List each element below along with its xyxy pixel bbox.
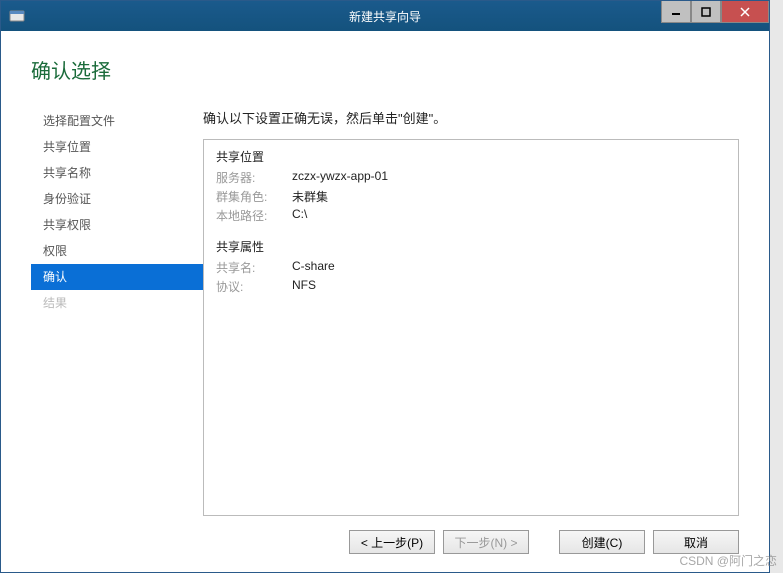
section-title-properties: 共享属性 (216, 238, 726, 255)
sidebar-item-select-profile[interactable]: 选择配置文件 (31, 108, 203, 134)
next-button: 下一步(N) > (443, 530, 529, 554)
create-button[interactable]: 创建(C) (559, 530, 645, 554)
content-area: 确认选择 选择配置文件 共享位置 共享名称 身份验证 共享权限 权限 确认 结果… (1, 31, 769, 572)
value-share-name: C-share (292, 259, 335, 276)
cancel-button[interactable]: 取消 (653, 530, 739, 554)
row-local-path: 本地路径: C:\ (216, 207, 726, 224)
button-row: < 上一步(P) 下一步(N) > 创建(C) 取消 (31, 516, 739, 560)
value-protocol: NFS (292, 278, 316, 295)
sidebar-item-share-location[interactable]: 共享位置 (31, 134, 203, 160)
right-pane: 确认以下设置正确无误，然后单击"创建"。 共享位置 服务器: zczx-ywzx… (203, 108, 739, 516)
main-area: 选择配置文件 共享位置 共享名称 身份验证 共享权限 权限 确认 结果 确认以下… (31, 108, 739, 516)
row-server: 服务器: zczx-ywzx-app-01 (216, 169, 726, 186)
close-button[interactable] (721, 1, 769, 23)
app-icon (9, 8, 25, 24)
window-controls (661, 1, 769, 23)
background-edge (770, 0, 783, 573)
sidebar-item-permission[interactable]: 权限 (31, 238, 203, 264)
label-server: 服务器: (216, 169, 292, 186)
sidebar-item-confirm[interactable]: 确认 (31, 264, 203, 290)
minimize-button[interactable] (661, 1, 691, 23)
value-cluster-role: 未群集 (292, 188, 328, 205)
sidebar-item-results: 结果 (31, 290, 203, 316)
label-share-name: 共享名: (216, 259, 292, 276)
previous-button[interactable]: < 上一步(P) (349, 530, 435, 554)
section-title-location: 共享位置 (216, 148, 726, 165)
label-protocol: 协议: (216, 278, 292, 295)
window-title: 新建共享向导 (349, 8, 421, 25)
row-share-name: 共享名: C-share (216, 259, 726, 276)
details-box: 共享位置 服务器: zczx-ywzx-app-01 群集角色: 未群集 本地路… (203, 139, 739, 516)
label-cluster-role: 群集角色: (216, 188, 292, 205)
sidebar-item-share-permission[interactable]: 共享权限 (31, 212, 203, 238)
instruction-text: 确认以下设置正确无误，然后单击"创建"。 (203, 108, 739, 127)
value-server: zczx-ywzx-app-01 (292, 169, 388, 186)
maximize-button[interactable] (691, 1, 721, 23)
sidebar-item-auth[interactable]: 身份验证 (31, 186, 203, 212)
page-title: 确认选择 (31, 55, 739, 84)
value-local-path: C:\ (292, 207, 307, 224)
label-local-path: 本地路径: (216, 207, 292, 224)
wizard-steps-sidebar: 选择配置文件 共享位置 共享名称 身份验证 共享权限 权限 确认 结果 (31, 108, 203, 516)
row-cluster-role: 群集角色: 未群集 (216, 188, 726, 205)
titlebar: 新建共享向导 (1, 1, 769, 31)
wizard-window: 新建共享向导 确认选择 选择配置文件 共享位置 共享名称 身份验证 共享权限 权… (0, 0, 770, 573)
row-protocol: 协议: NFS (216, 278, 726, 295)
sidebar-item-share-name[interactable]: 共享名称 (31, 160, 203, 186)
